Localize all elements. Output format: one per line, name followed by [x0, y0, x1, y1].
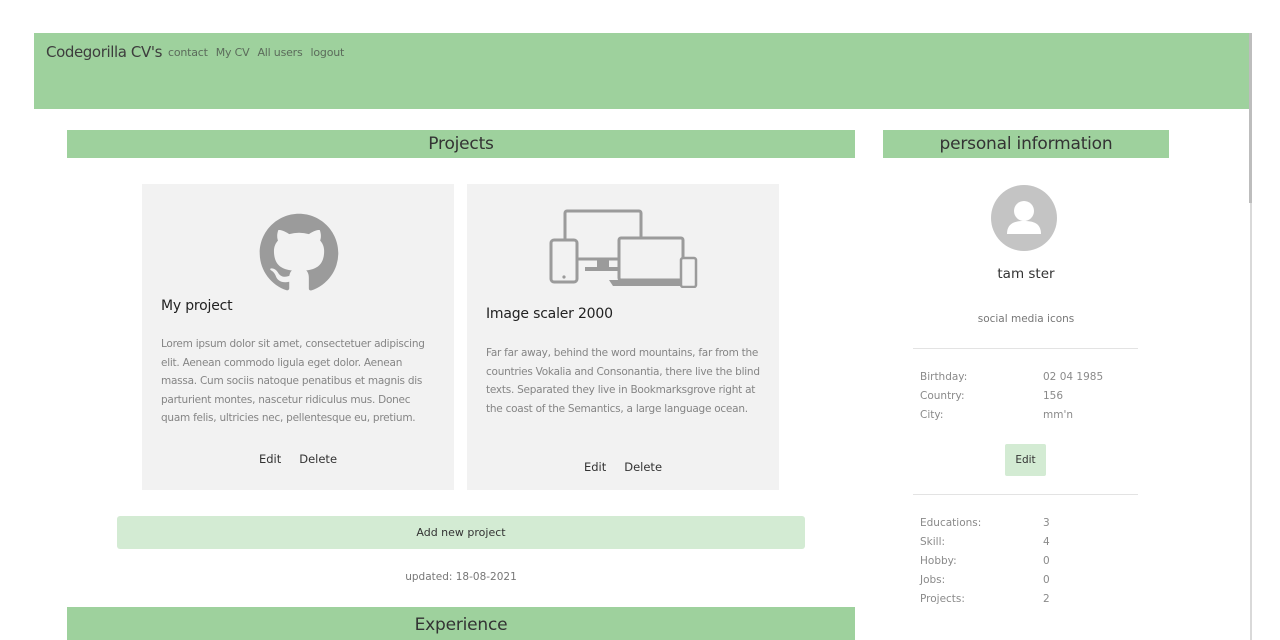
- divider: [913, 494, 1138, 495]
- delete-project-button[interactable]: Delete: [624, 460, 662, 474]
- nav-link-logout[interactable]: logout: [311, 46, 345, 59]
- github-icon: [259, 213, 339, 291]
- edit-project-button[interactable]: Edit: [259, 452, 281, 466]
- avatar: [991, 185, 1057, 251]
- projects-header: Projects: [67, 130, 855, 158]
- brand-link[interactable]: Codegorilla CV's: [46, 43, 162, 61]
- experience-header: Experience: [67, 607, 855, 640]
- project-card: Image scaler 2000 Far far away, behind t…: [467, 184, 779, 490]
- delete-project-button[interactable]: Delete: [299, 452, 337, 466]
- edit-project-button[interactable]: Edit: [584, 460, 606, 474]
- hobby-value: 0: [1043, 555, 1050, 567]
- user-icon: [1007, 201, 1041, 234]
- city-label: City:: [920, 409, 944, 421]
- birthday-value: 02 04 1985: [1043, 371, 1104, 383]
- nav-link-all-users[interactable]: All users: [257, 46, 302, 59]
- nav-link-contact[interactable]: contact: [168, 46, 208, 59]
- project-title: Image scaler 2000: [486, 306, 613, 322]
- navbar: Codegorilla CV's contact My CV All users…: [34, 33, 1250, 109]
- devices-icon: [549, 209, 698, 288]
- user-name: tam ster: [997, 266, 1055, 282]
- project-card: My project Lorem ipsum dolor sit amet, c…: [142, 184, 454, 490]
- project-title: My project: [161, 298, 233, 314]
- nav-link-my-cv[interactable]: My CV: [216, 46, 250, 59]
- birthday-label: Birthday:: [920, 371, 968, 383]
- city-value: mm'n: [1043, 409, 1073, 421]
- project-actions: Edit Delete: [467, 460, 779, 474]
- add-project-button[interactable]: Add new project: [117, 516, 805, 549]
- projects-value: 2: [1043, 593, 1050, 605]
- page-scrollbar-thumb[interactable]: [1249, 33, 1252, 203]
- hobby-label: Hobby:: [920, 555, 957, 567]
- educations-value: 3: [1043, 517, 1050, 529]
- project-description: Far far away, behind the word mountains,…: [486, 347, 760, 415]
- jobs-label: Jobs:: [920, 574, 946, 586]
- edit-personal-info-button[interactable]: Edit: [1005, 444, 1046, 476]
- projects-label: Projects:: [920, 593, 965, 605]
- updated-date: updated: 18-08-2021: [405, 571, 517, 583]
- project-actions: Edit Delete: [142, 452, 454, 466]
- country-value: 156: [1043, 390, 1064, 402]
- educations-label: Educations:: [920, 517, 982, 529]
- social-media-icons: social media icons: [977, 313, 1075, 325]
- personal-info-header: personal information: [883, 130, 1169, 158]
- project-description: Lorem ipsum dolor sit amet, consectetuer…: [161, 338, 425, 424]
- nav-links: contact My CV All users logout: [168, 46, 344, 59]
- jobs-value: 0: [1043, 574, 1050, 586]
- skill-label: Skill:: [920, 536, 946, 548]
- country-label: Country:: [920, 390, 965, 402]
- divider: [913, 348, 1138, 349]
- skill-value: 4: [1043, 536, 1050, 548]
